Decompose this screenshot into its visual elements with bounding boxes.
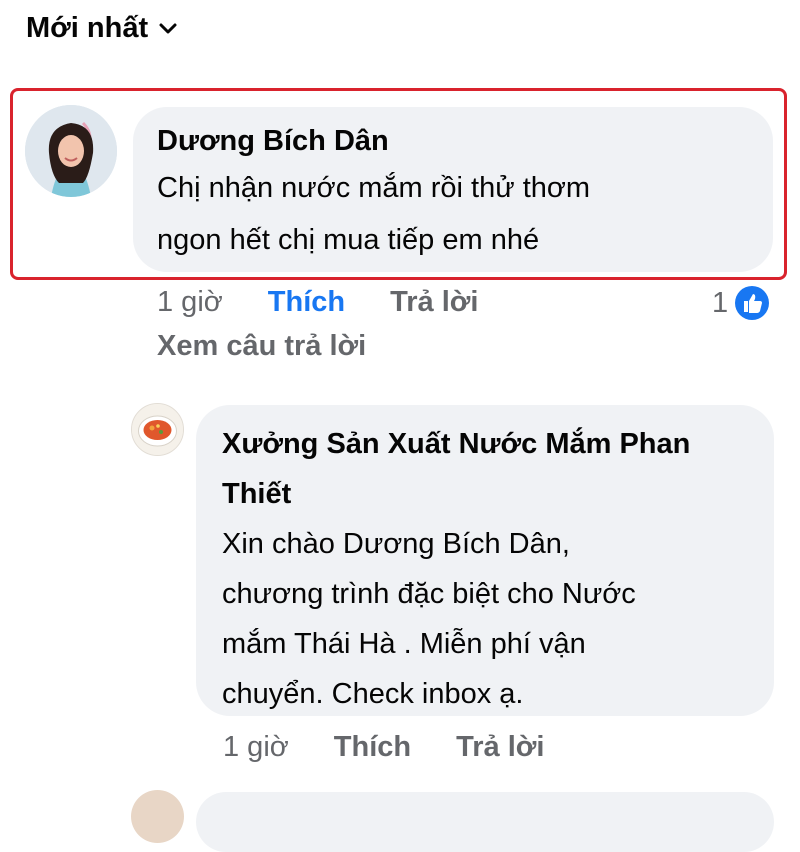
avatar[interactable] [25, 105, 117, 197]
comment-bubble: Xưởng Sản Xuất Nước Mắm Phan Thiết Xin c… [196, 405, 774, 716]
comment-actions: 1 giờ Thích Trả lời [223, 731, 544, 764]
reply-button[interactable]: Trả lời [456, 731, 544, 764]
sort-label: Mới nhất [26, 12, 149, 44]
thumbs-up-icon [735, 286, 770, 320]
reaction-summary[interactable]: 1 [712, 285, 770, 321]
reaction-count: 1 [712, 286, 729, 319]
avatar[interactable] [131, 790, 184, 843]
avatar-photo [132, 404, 183, 455]
avatar[interactable] [131, 403, 184, 456]
comment-text-line: ngon hết chị mua tiếp em nhé [157, 224, 540, 256]
like-button[interactable]: Thích [268, 286, 345, 319]
view-replies-link[interactable]: Xem câu trả lời [157, 330, 366, 363]
like-button[interactable]: Thích [334, 731, 411, 764]
comment-bubble [196, 792, 774, 852]
comment-text-line: chuyển. Check inbox ạ. [222, 678, 524, 710]
comment-author[interactable]: Thiết [222, 469, 750, 519]
comment-author[interactable]: Dương Bích Dân [157, 121, 751, 161]
comment-time[interactable]: 1 giờ [157, 286, 223, 319]
comment-text-line: Chị nhận nước mắm rồi thử thơm [157, 172, 591, 204]
comment-text-line: Xin chào Dương Bích Dân, [222, 528, 570, 560]
comment-text-line: chương trình đặc biệt cho Nước [222, 578, 636, 610]
chevron-down-icon [159, 23, 177, 33]
comment-text-line: mắm Thái Hà . Miễn phí vận [222, 628, 586, 660]
comment-actions: 1 giờ Thích Trả lời [157, 286, 478, 319]
reply-button[interactable]: Trả lời [390, 286, 478, 319]
comment-bubble: Dương Bích Dân Chị nhận nước mắm rồi thử… [133, 107, 773, 272]
avatar-photo [25, 105, 117, 197]
comment-author[interactable]: Xưởng Sản Xuất Nước Mắm Phan [222, 419, 750, 469]
sort-dropdown[interactable]: Mới nhất [26, 12, 178, 45]
comment-time[interactable]: 1 giờ [223, 731, 289, 764]
